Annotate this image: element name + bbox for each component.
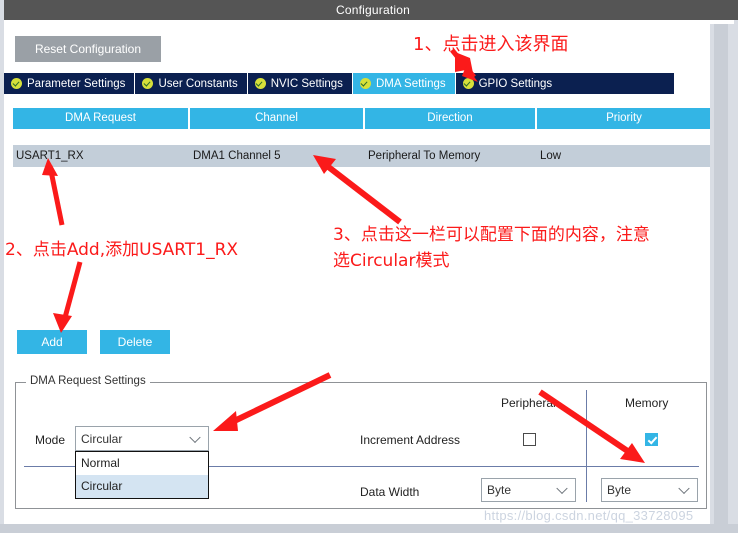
- increment-address-memory-checkbox[interactable]: [645, 433, 658, 446]
- cell-priority: Low: [540, 150, 562, 162]
- bottom-edge: [0, 524, 738, 533]
- tab-parameter-settings[interactable]: Parameter Settings: [4, 73, 136, 94]
- column-header-dma-request[interactable]: DMA Request: [13, 108, 190, 129]
- tabbar-underline: [4, 94, 738, 99]
- annotation-note-3: 3、点击这一栏可以配置下面的内容，注意 选Circular模式: [333, 225, 650, 271]
- column-divider: [586, 390, 587, 502]
- tab-label: GPIO Settings: [478, 77, 553, 90]
- tab-label: User Constants: [158, 77, 238, 90]
- data-width-label: Data Width: [360, 485, 420, 499]
- column-header-priority[interactable]: Priority: [537, 108, 711, 129]
- annotation-note-1: 1、点击进入该界面: [413, 34, 569, 55]
- chevron-down-icon: [678, 482, 690, 495]
- mode-select-value: Circular: [81, 431, 123, 446]
- dma-request-table: DMA Request Channel Direction Priority U…: [13, 108, 711, 167]
- data-width-memory-select[interactable]: Byte: [601, 478, 698, 502]
- increment-address-label: Increment Address: [360, 433, 461, 447]
- table-row[interactable]: USART1_RX DMA1 Channel 5 Peripheral To M…: [13, 145, 711, 167]
- mode-select[interactable]: Circular: [75, 426, 209, 451]
- tab-user-constants[interactable]: User Constants: [135, 73, 248, 94]
- cell-direction: Peripheral To Memory: [368, 150, 481, 162]
- settings-tabbar: Parameter Settings User Constants NVIC S…: [4, 73, 674, 94]
- watermark: https://blog.csdn.net/qq_33728095: [484, 508, 694, 523]
- peripheral-column-header: Peripheral: [501, 396, 556, 410]
- vertical-scrollbar[interactable]: [714, 24, 728, 524]
- add-button[interactable]: Add: [17, 330, 87, 354]
- dropdown-option-normal[interactable]: Normal: [76, 452, 208, 475]
- right-scroll-area: [710, 24, 738, 524]
- chevron-down-icon: [556, 482, 568, 495]
- tab-label: DMA Settings: [375, 77, 446, 90]
- reset-configuration-button[interactable]: Reset Configuration: [15, 36, 161, 62]
- data-width-memory-value: Byte: [607, 483, 632, 497]
- tab-label: NVIC Settings: [270, 77, 343, 90]
- check-circle-icon: [142, 78, 154, 89]
- configuration-window: Configuration Reset Configuration Parame…: [0, 0, 738, 533]
- annotation-note-2: 2、点击Add,添加USART1_RX: [5, 240, 239, 260]
- tab-nvic-settings[interactable]: NVIC Settings: [247, 73, 353, 94]
- check-circle-icon: [359, 78, 371, 89]
- mode-dropdown-list[interactable]: Normal Circular: [75, 451, 209, 499]
- memory-column-header: Memory: [625, 396, 669, 410]
- check-circle-icon: [462, 78, 474, 89]
- tab-gpio-settings[interactable]: GPIO Settings: [455, 73, 562, 94]
- increment-address-peripheral-checkbox[interactable]: [523, 433, 536, 446]
- check-circle-icon: [254, 78, 266, 89]
- mode-label: Mode: [35, 433, 66, 447]
- column-header-direction[interactable]: Direction: [365, 108, 537, 129]
- column-header-channel[interactable]: Channel: [190, 108, 365, 129]
- data-width-peripheral-value: Byte: [487, 483, 512, 497]
- tab-dma-settings[interactable]: DMA Settings: [352, 73, 456, 94]
- check-circle-icon: [11, 78, 22, 89]
- cell-dma-request: USART1_RX: [16, 150, 84, 162]
- chevron-down-icon: [189, 431, 201, 443]
- cell-channel: DMA1 Channel 5: [193, 150, 281, 162]
- group-legend: DMA Request Settings: [26, 375, 150, 387]
- tab-label: Parameter Settings: [27, 77, 126, 90]
- data-width-peripheral-select[interactable]: Byte: [481, 478, 576, 502]
- delete-button[interactable]: Delete: [100, 330, 170, 354]
- table-header-row: DMA Request Channel Direction Priority: [13, 108, 711, 129]
- window-title: Configuration: [4, 0, 738, 20]
- dropdown-option-circular[interactable]: Circular: [76, 475, 208, 498]
